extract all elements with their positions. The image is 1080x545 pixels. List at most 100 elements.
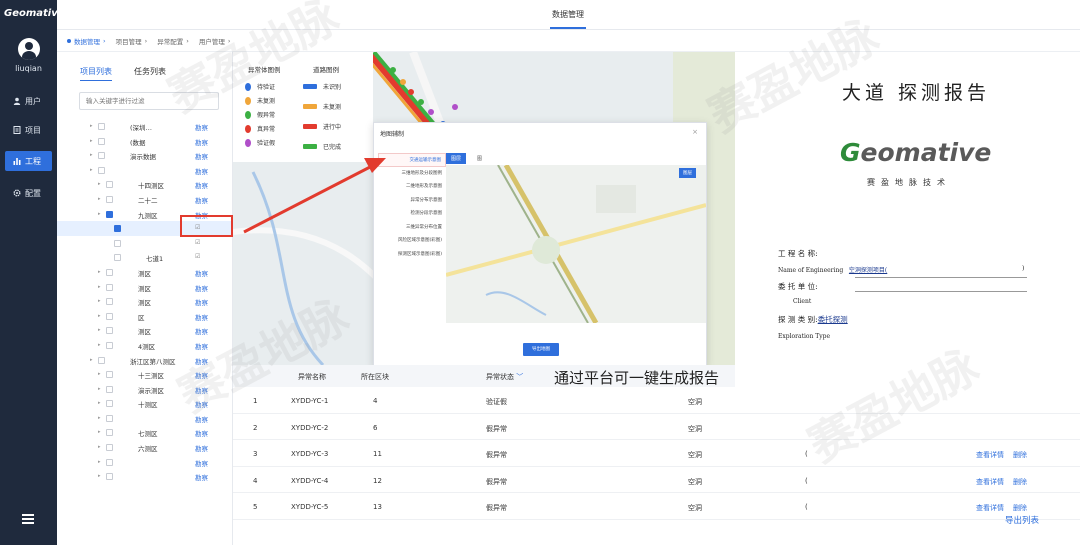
tree-item[interactable]: 七道1 ☑	[57, 250, 233, 265]
survey-action-link[interactable]: 勘察	[195, 443, 208, 453]
tree-item[interactable]: ▸ 二十二 勘察	[57, 192, 233, 207]
tree-checkbox[interactable]	[98, 137, 105, 145]
tree-item[interactable]: ▸ 测区 勘察	[57, 280, 233, 295]
top-tab-data-management[interactable]: 数据管理	[552, 9, 584, 20]
dialog-tab-map[interactable]: 图	[472, 153, 487, 164]
tree-checkbox[interactable]	[106, 458, 113, 466]
tree-item[interactable]: ▸ 4测区 勘察	[57, 338, 233, 353]
expand-caret-icon[interactable]: ▸	[98, 429, 101, 435]
tree-search-input[interactable]	[79, 92, 219, 110]
expand-caret-icon[interactable]: ▸	[98, 298, 101, 304]
tree-checkbox[interactable]	[106, 429, 113, 437]
tree-item[interactable]: ▸ 十四测区 勘察	[57, 177, 233, 192]
map-type-item[interactable]: 检测分段示意图	[378, 207, 446, 221]
expand-caret-icon[interactable]: ▸	[98, 371, 101, 377]
survey-action-link[interactable]: 勘察	[195, 122, 208, 132]
survey-action-link[interactable]: 勘察	[195, 458, 208, 468]
survey-action-link[interactable]: 勘察	[195, 166, 208, 176]
tree-item[interactable]: ▸ 七测区 勘察	[57, 425, 233, 440]
tree-checkbox[interactable]	[106, 414, 113, 422]
crumb-data-management[interactable]: 数据管理 ›	[67, 36, 106, 46]
view-detail-link[interactable]: 查看详情	[976, 503, 1004, 513]
expand-caret-icon[interactable]: ▸	[98, 313, 101, 319]
expand-caret-icon[interactable]: ▸	[98, 459, 101, 465]
tree-checkbox[interactable]	[106, 268, 113, 276]
close-icon[interactable]: ×	[692, 128, 698, 136]
tree-item[interactable]: ▸ 测区 勘察	[57, 323, 233, 338]
survey-action-link[interactable]: 勘察	[195, 283, 208, 293]
expand-caret-icon[interactable]: ▸	[90, 138, 93, 144]
nav-item-projects[interactable]: 项目	[5, 120, 52, 140]
survey-action-link[interactable]: 勘察	[195, 370, 208, 380]
tree-checkbox[interactable]	[106, 210, 113, 218]
dialog-map-preview[interactable]	[446, 165, 706, 323]
tree-checkbox[interactable]	[98, 166, 105, 174]
expand-caret-icon[interactable]: ▸	[90, 123, 93, 129]
delete-link[interactable]: 删除	[1013, 503, 1027, 513]
expand-caret-icon[interactable]: ▸	[98, 196, 101, 202]
tree-checkbox[interactable]	[114, 239, 121, 247]
export-list-button[interactable]: 导出列表	[1005, 514, 1039, 526]
tree-checkbox[interactable]	[114, 254, 121, 262]
survey-action-link[interactable]: 勘察	[195, 414, 208, 424]
tree-item[interactable]: ▸ (深圳… 勘察	[57, 119, 233, 134]
tree-item[interactable]: ▸ 勘察	[57, 469, 233, 484]
tree-item[interactable]: ☑	[57, 236, 233, 251]
expand-caret-icon[interactable]: ▸	[98, 473, 101, 479]
col-header-status[interactable]: 异常状态 ﹀	[486, 372, 523, 382]
survey-action-link[interactable]: 勘察	[195, 297, 208, 307]
tree-item[interactable]: ▸ 演示数据 勘察	[57, 148, 233, 163]
crumb-user-management[interactable]: 用户管理 ›	[199, 36, 231, 46]
map-type-item[interactable]: 二维地形及示意图	[378, 180, 446, 194]
survey-action-link[interactable]: 勘察	[195, 326, 208, 336]
survey-action-link[interactable]: 勘察	[195, 341, 208, 351]
tree-checkbox[interactable]	[106, 283, 113, 291]
tree-item[interactable]: ▸ 区 勘察	[57, 309, 233, 324]
export-map-button[interactable]: 导出地图	[523, 343, 559, 356]
expand-caret-icon[interactable]: ▸	[90, 167, 93, 173]
dialog-tab-layer[interactable]: 图层	[446, 153, 467, 164]
tree-checkbox[interactable]	[106, 473, 113, 481]
view-detail-link[interactable]: 查看详情	[976, 450, 1004, 460]
tree-item[interactable]: ▸ 勘察	[57, 411, 233, 426]
expand-caret-icon[interactable]: ▸	[98, 211, 101, 217]
survey-action-link[interactable]: 勘察	[195, 385, 208, 395]
tree-item[interactable]: ▸ 十测区 勘察	[57, 396, 233, 411]
tree-item[interactable]: ▸ 勘察	[57, 455, 233, 470]
tree-item[interactable]: ▸ 演示测区 勘察	[57, 382, 233, 397]
tree-item[interactable]: ▸ 测区 勘察	[57, 294, 233, 309]
tree-checkbox[interactable]	[106, 444, 113, 452]
map-layer-button[interactable]: 图层	[679, 168, 696, 178]
tab-task-list[interactable]: 任务列表	[134, 66, 166, 81]
tree-checkbox[interactable]	[106, 371, 113, 379]
expand-caret-icon[interactable]: ▸	[98, 400, 101, 406]
tree-checkbox[interactable]	[106, 400, 113, 408]
survey-action-link[interactable]: 勘察	[195, 399, 208, 409]
expand-caret-icon[interactable]: ▸	[98, 181, 101, 187]
tree-checkbox[interactable]	[98, 123, 105, 130]
tree-checkbox[interactable]	[106, 385, 113, 393]
map-type-item[interactable]: 交通运输示意图	[378, 153, 446, 167]
avatar[interactable]	[18, 38, 40, 60]
map-type-item[interactable]: 三维地形及分段图例	[378, 167, 446, 181]
tree-item[interactable]: ▸ (数据 勘察	[57, 134, 233, 149]
survey-action-link[interactable]: 勘察	[195, 137, 208, 147]
nav-item-config[interactable]: 配置	[5, 183, 52, 203]
survey-action-link[interactable]: 勘察	[195, 472, 208, 482]
survey-action-link[interactable]: 勘察	[195, 195, 208, 205]
tree-item[interactable]: ▸ 六测区 勘察	[57, 440, 233, 455]
survey-action-link[interactable]: 勘察	[195, 151, 208, 161]
map-type-item[interactable]: 探测区域示意图(彩图)	[378, 248, 446, 262]
crumb-project-management[interactable]: 项目管理 ›	[116, 36, 148, 46]
delete-link[interactable]: 删除	[1013, 450, 1027, 460]
survey-action-link[interactable]: 勘察	[195, 356, 208, 366]
expand-caret-icon[interactable]: ▸	[98, 415, 101, 421]
tree-checkbox[interactable]	[106, 298, 113, 306]
delete-link[interactable]: 删除	[1013, 477, 1027, 487]
tree-checkbox[interactable]	[106, 341, 113, 349]
tree-item[interactable]: ▸ 勘察	[57, 163, 233, 178]
map-type-item[interactable]: 异常分布示意图	[378, 194, 446, 208]
tree-checkbox[interactable]	[106, 181, 113, 189]
tree-item[interactable]: ▸ 十三测区 勘察	[57, 367, 233, 382]
crumb-abnormal-config[interactable]: 异常配置 ›	[157, 36, 189, 46]
